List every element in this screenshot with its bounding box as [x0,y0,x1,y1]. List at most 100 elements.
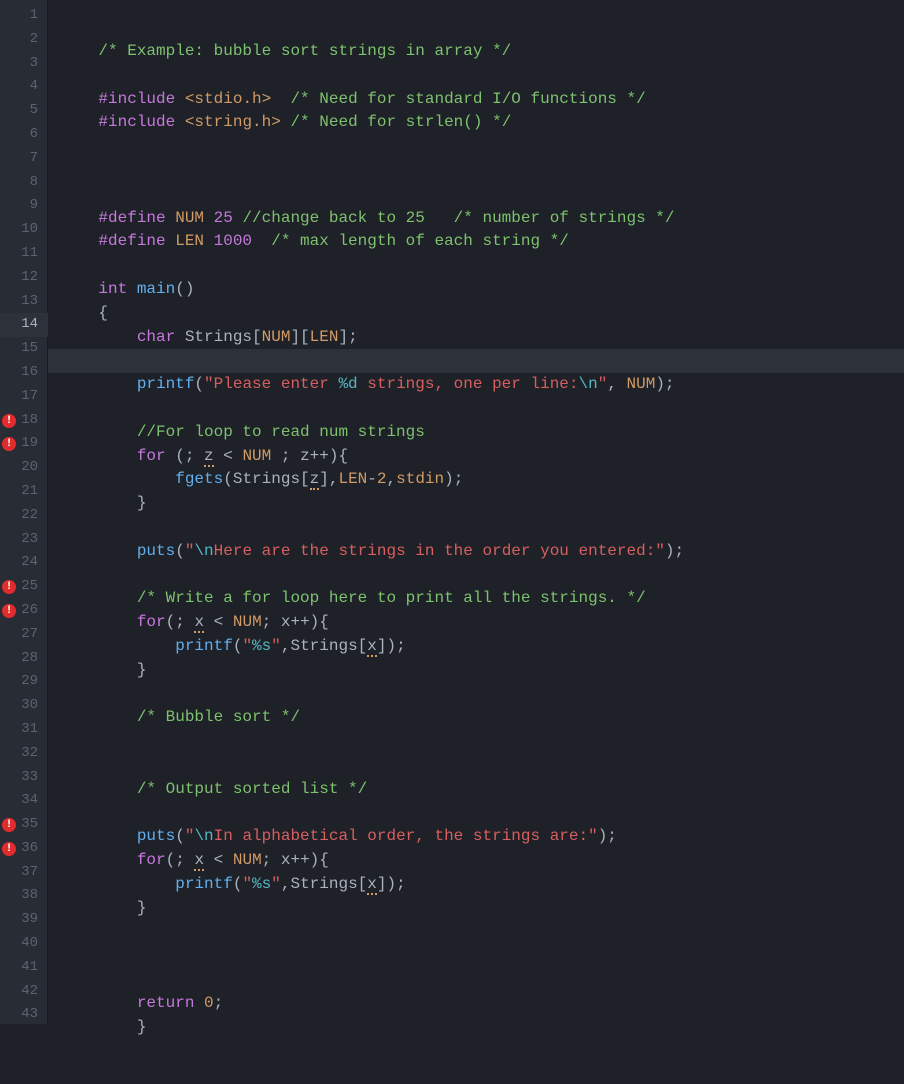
code-line[interactable]: /* Write a for loop here to print all th… [60,587,904,611]
line-number[interactable]: 41 [0,956,48,980]
line-number[interactable]: 36! [0,837,48,861]
code-line[interactable] [60,683,904,707]
code-line[interactable] [60,730,904,754]
token: LEN [338,470,367,488]
line-number[interactable]: 17 [0,385,48,409]
token: /* Write a for loop here to print all th… [137,589,646,607]
line-number[interactable]: 35! [0,813,48,837]
code-line[interactable] [60,183,904,207]
code-line[interactable] [60,920,904,944]
line-number[interactable]: 16 [0,361,48,385]
code-line[interactable] [48,349,904,373]
code-line[interactable]: { [60,302,904,326]
line-number[interactable]: 11 [0,242,48,266]
line-number[interactable]: 29 [0,670,48,694]
code-line[interactable]: /* Output sorted list */ [60,778,904,802]
code-line[interactable]: } [60,659,904,683]
line-number[interactable]: 31 [0,718,48,742]
line-number[interactable]: 1 [0,4,48,28]
line-number[interactable]: 28 [0,647,48,671]
line-number[interactable]: 40 [0,932,48,956]
line-number[interactable]: 38 [0,884,48,908]
code-editor[interactable]: /* Example: bubble sort strings in array… [48,0,904,1024]
code-line[interactable]: printf("Please enter %d strings, one per… [60,373,904,397]
code-line[interactable] [60,516,904,540]
line-number[interactable]: 32 [0,742,48,766]
line-number[interactable]: 25! [0,575,48,599]
line-number[interactable]: 24 [0,551,48,575]
code-line[interactable]: char Strings[NUM][LEN]; [60,326,904,350]
line-number[interactable]: 30 [0,694,48,718]
line-number[interactable]: 3 [0,52,48,76]
code-line[interactable] [60,754,904,778]
line-number[interactable]: 19! [0,432,48,456]
code-line[interactable]: for(; x < NUM; x++){ [60,849,904,873]
code-line[interactable]: } [60,492,904,516]
code-line[interactable]: #define LEN 1000 /* max length of each s… [60,230,904,254]
line-number[interactable]: 26! [0,599,48,623]
error-icon[interactable]: ! [2,580,16,594]
line-number[interactable]: 12 [0,266,48,290]
line-number[interactable]: 39 [0,908,48,932]
code-line[interactable]: } [60,1016,904,1040]
line-number[interactable]: 15 [0,337,48,361]
token: //For loop to read num strings [137,423,425,441]
code-line[interactable]: for (; z < NUM ; z++){ [60,445,904,469]
token: < [204,851,233,869]
line-number[interactable]: 23 [0,528,48,552]
line-number[interactable]: 6 [0,123,48,147]
error-icon[interactable]: ! [2,437,16,451]
line-number[interactable]: 14 [0,313,48,337]
line-number[interactable]: 22 [0,504,48,528]
line-number[interactable]: 20 [0,456,48,480]
code-line[interactable] [60,254,904,278]
code-line[interactable]: /* Example: bubble sort strings in array… [60,40,904,64]
code-line[interactable]: puts("\nIn alphabetical order, the strin… [60,825,904,849]
code-line[interactable] [60,944,904,968]
code-line[interactable]: fgets(Strings[z],LEN-2,stdin); [60,468,904,492]
line-number[interactable]: 7 [0,147,48,171]
token: , [387,470,397,488]
code-line[interactable] [60,802,904,826]
line-number[interactable]: 34 [0,789,48,813]
code-line[interactable]: #define NUM 25 //change back to 25 /* nu… [60,207,904,231]
code-line[interactable]: } [60,897,904,921]
line-number[interactable]: 4 [0,75,48,99]
line-number[interactable]: 8 [0,171,48,195]
line-number[interactable]: 18! [0,409,48,433]
error-icon[interactable]: ! [2,414,16,428]
line-number[interactable]: 21 [0,480,48,504]
code-line[interactable] [60,159,904,183]
line-number[interactable]: 37 [0,861,48,885]
code-line[interactable]: int main() [60,278,904,302]
line-number[interactable]: 2 [0,28,48,52]
code-line[interactable]: #include <stdio.h> /* Need for standard … [60,88,904,112]
code-line[interactable] [60,397,904,421]
line-number[interactable]: 42 [0,980,48,1004]
code-line[interactable]: //For loop to read num strings [60,421,904,445]
error-icon[interactable]: ! [2,604,16,618]
line-number[interactable]: 13 [0,290,48,314]
code-line[interactable] [60,1039,904,1063]
code-line[interactable] [60,564,904,588]
line-number[interactable]: 27 [0,623,48,647]
code-line[interactable]: printf("%s",Strings[x]); [60,873,904,897]
line-number[interactable]: 10 [0,218,48,242]
token: ( [175,542,185,560]
code-line[interactable]: return 0; [60,992,904,1016]
code-line[interactable]: #include <string.h> /* Need for strlen()… [60,111,904,135]
code-line[interactable]: /* Bubble sort */ [60,706,904,730]
token: } [60,1018,146,1036]
code-line[interactable]: for(; x < NUM; x++){ [60,611,904,635]
error-icon[interactable]: ! [2,818,16,832]
code-line[interactable]: puts("\nHere are the strings in the orde… [60,540,904,564]
line-number[interactable]: 5 [0,99,48,123]
error-icon[interactable]: ! [2,842,16,856]
code-line[interactable] [60,64,904,88]
code-line[interactable]: printf("%s",Strings[x]); [60,635,904,659]
token: #include [98,90,184,108]
line-number[interactable]: 9 [0,194,48,218]
line-number[interactable]: 33 [0,766,48,790]
code-line[interactable] [60,968,904,992]
code-line[interactable] [60,135,904,159]
